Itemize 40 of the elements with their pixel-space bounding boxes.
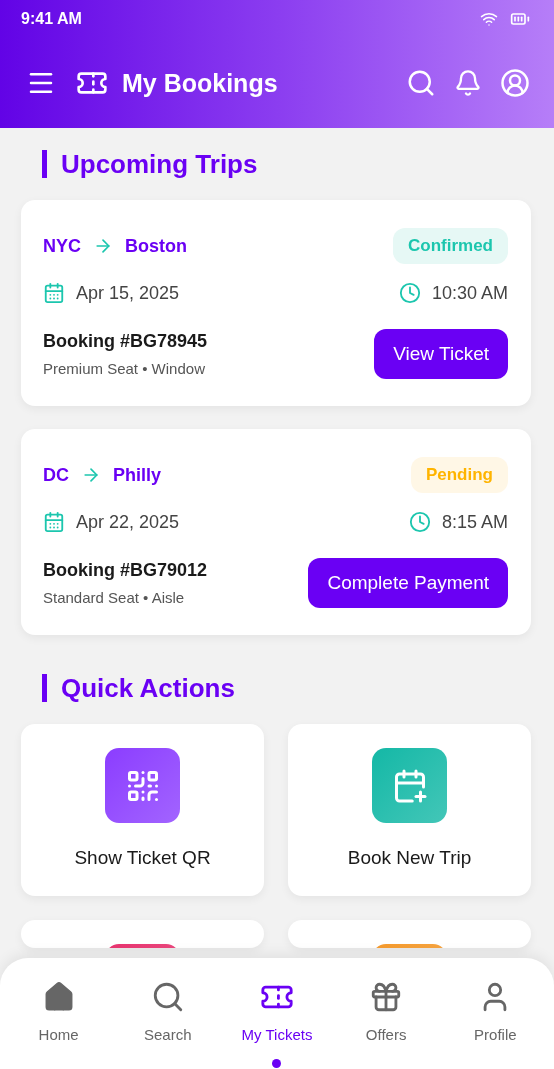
trip-time: 10:30 AM (431, 282, 508, 304)
action-card[interactable] (21, 920, 264, 948)
page-title: My Bookings (122, 68, 279, 98)
seat-details: Premium Seat • Window (43, 360, 206, 377)
search-icon[interactable] (406, 68, 436, 98)
status-badge: Confirmed (393, 228, 508, 264)
clock-icon (398, 282, 421, 304)
trip-time: 8:15 AM (441, 511, 508, 533)
nav-tab[interactable]: Search (117, 958, 218, 1069)
active-dot (272, 1059, 282, 1068)
nav-tab[interactable]: Offers (336, 958, 437, 1069)
destination-city: Boston (125, 235, 187, 257)
seat-details: Standard Seat • Aisle (43, 589, 186, 606)
booking-number: Booking #BG78945 (43, 331, 208, 352)
action-card[interactable] (288, 920, 531, 948)
nav-tab[interactable]: Profile (445, 958, 546, 1069)
action-button[interactable]: Complete Payment (308, 558, 508, 608)
status-time: 9:41 AM (21, 10, 82, 28)
origin-city: NYC (43, 235, 81, 257)
bell-icon[interactable] (454, 69, 482, 97)
status-badge: Pending (410, 457, 508, 493)
action-button[interactable]: View Ticket (374, 329, 508, 379)
nav-tab[interactable]: Home (8, 958, 109, 1069)
action-card[interactable]: Book New Trip (288, 724, 531, 896)
booking-number: Booking #BG79012 (43, 560, 208, 581)
calendar-icon (43, 511, 65, 533)
trip-date: Apr 22, 2025 (76, 511, 180, 533)
profile-icon[interactable] (500, 68, 530, 98)
trip-date: Apr 15, 2025 (76, 282, 180, 304)
calendar-icon (43, 282, 65, 304)
section-title: Upcoming Trips (42, 150, 531, 178)
action-label: Book New Trip (347, 847, 472, 869)
destination-city: Philly (113, 464, 161, 486)
wifi-icon (480, 10, 498, 28)
action-label: Show Ticket QR (74, 847, 211, 869)
section-title: Quick Actions (42, 674, 531, 702)
origin-city: DC (43, 464, 69, 486)
clock-icon (408, 511, 431, 533)
nav-tab[interactable]: My Tickets (226, 958, 327, 1069)
action-card[interactable]: Show Ticket QR (21, 724, 264, 896)
